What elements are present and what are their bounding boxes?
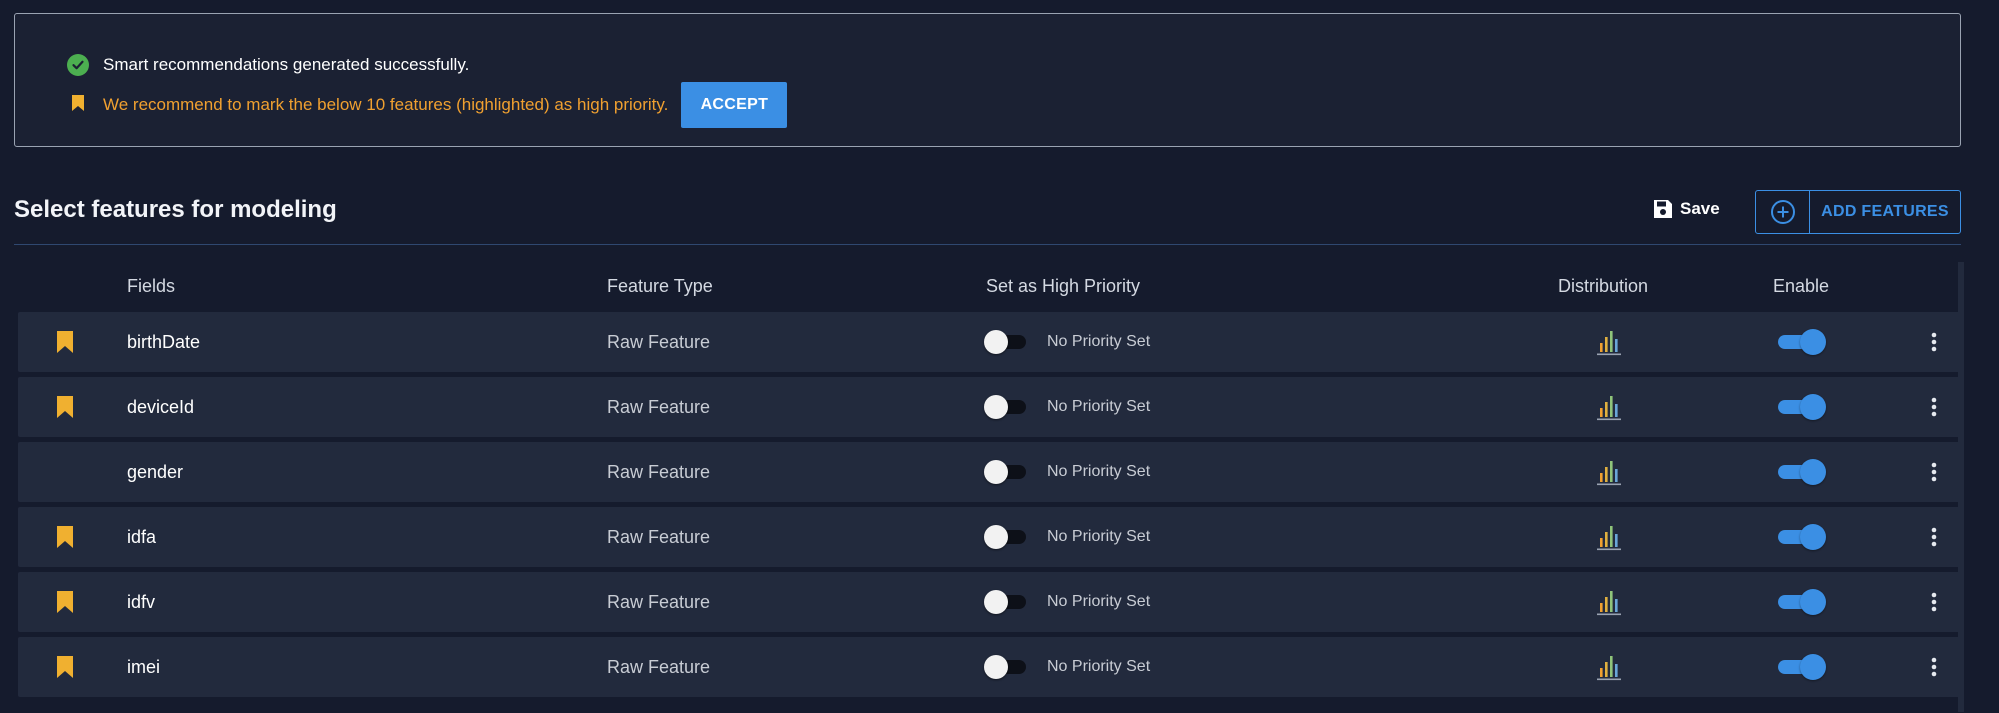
priority-toggle[interactable] [984, 312, 1028, 372]
table-scrollbar[interactable] [1958, 262, 1964, 712]
priority-status: No Priority Set [1047, 658, 1151, 675]
priority-status: No Priority Set [1047, 528, 1151, 545]
recommendation-cell [54, 572, 76, 632]
bar-chart-icon[interactable] [1594, 637, 1624, 697]
header-divider [14, 244, 1961, 245]
recommend-row: We recommend to mark the below 10 featur… [67, 82, 788, 128]
page: Smart recommendations generated successf… [0, 0, 1999, 713]
table-row: deviceId Raw Feature No Priority Set [18, 377, 1960, 437]
enable-toggle[interactable] [1778, 442, 1826, 502]
check-circle-icon [67, 54, 89, 76]
recommendation-cell [54, 312, 76, 372]
enable-toggle[interactable] [1778, 507, 1826, 567]
field-name: gender [127, 461, 184, 482]
enable-toggle[interactable] [1778, 377, 1826, 437]
more-vertical-icon[interactable] [1924, 637, 1944, 697]
table-row: gender Raw Feature No Priority Set [18, 442, 1960, 502]
field-name: birthDate [127, 331, 201, 352]
recommendation-cell [54, 377, 76, 437]
page-title: Select features for modeling [14, 196, 337, 223]
priority-status: No Priority Set [1047, 593, 1151, 610]
accept-button[interactable]: ACCEPT [681, 82, 788, 128]
success-message: Smart recommendations generated successf… [103, 55, 470, 74]
recommend-message: We recommend to mark the below 10 featur… [103, 95, 669, 114]
add-features-button[interactable]: ADD FEATURES [1755, 190, 1961, 234]
features-table: Fields Feature Type Set as High Priority… [18, 262, 1960, 702]
feature-type: Raw Feature [607, 461, 711, 482]
priority-status: No Priority Set [1047, 463, 1151, 480]
table-row: imei Raw Feature No Priority Set [18, 637, 1960, 697]
feature-type: Raw Feature [607, 331, 711, 352]
column-header-priority: Set as High Priority [986, 276, 1141, 296]
priority-status: No Priority Set [1047, 398, 1151, 415]
more-vertical-icon[interactable] [1924, 507, 1944, 567]
table-row: idfa Raw Feature No Priority Set [18, 507, 1960, 567]
column-header-distribution: Distribution [1558, 276, 1649, 296]
priority-toggle[interactable] [984, 507, 1028, 567]
more-vertical-icon[interactable] [1924, 572, 1944, 632]
success-row: Smart recommendations generated successf… [67, 54, 469, 76]
enable-toggle[interactable] [1778, 637, 1826, 697]
priority-toggle[interactable] [984, 572, 1028, 632]
bookmark-icon [71, 94, 85, 117]
add-features-label: ADD FEATURES [1821, 203, 1949, 220]
feature-type: Raw Feature [607, 396, 711, 417]
feature-type: Raw Feature [607, 656, 711, 677]
column-header-enable: Enable [1773, 276, 1830, 296]
bookmark-icon [57, 526, 73, 548]
bar-chart-icon[interactable] [1594, 377, 1624, 437]
plus-circle-icon [1770, 200, 1795, 224]
table-body: birthDate Raw Feature No Priority Set de… [18, 312, 1960, 697]
bookmark-icon [57, 591, 73, 613]
table-header: Fields Feature Type Set as High Priority… [18, 262, 1960, 312]
more-vertical-icon[interactable] [1924, 312, 1944, 372]
more-vertical-icon[interactable] [1924, 442, 1944, 502]
field-name: idfv [127, 591, 156, 612]
bookmark-icon [57, 331, 73, 353]
recommendation-cell [54, 637, 76, 697]
column-header-feature-type: Feature Type [607, 276, 713, 296]
feature-type: Raw Feature [607, 526, 711, 547]
save-button[interactable]: Save [1652, 198, 1720, 220]
feature-type: Raw Feature [607, 591, 711, 612]
floppy-disk-icon [1654, 200, 1672, 218]
save-label: Save [1680, 199, 1720, 218]
add-icon-box [1756, 191, 1810, 233]
table-row: birthDate Raw Feature No Priority Set [18, 312, 1960, 372]
column-header-fields: Fields [127, 276, 176, 296]
priority-toggle[interactable] [984, 442, 1028, 502]
bar-chart-icon[interactable] [1594, 442, 1624, 502]
recommendation-notice: Smart recommendations generated successf… [14, 13, 1961, 147]
table-row: idfv Raw Feature No Priority Set [18, 572, 1960, 632]
priority-status: No Priority Set [1047, 333, 1151, 350]
more-vertical-icon[interactable] [1924, 377, 1944, 437]
enable-toggle[interactable] [1778, 572, 1826, 632]
bookmark-icon [57, 656, 73, 678]
priority-toggle[interactable] [984, 637, 1028, 697]
field-name: imei [127, 656, 161, 677]
recommendation-cell [54, 507, 76, 567]
priority-toggle[interactable] [984, 377, 1028, 437]
field-name: deviceId [127, 396, 195, 417]
enable-toggle[interactable] [1778, 312, 1826, 372]
bar-chart-icon[interactable] [1594, 572, 1624, 632]
bar-chart-icon[interactable] [1594, 507, 1624, 567]
bar-chart-icon[interactable] [1594, 312, 1624, 372]
field-name: idfa [127, 526, 157, 547]
bookmark-icon [57, 396, 73, 418]
